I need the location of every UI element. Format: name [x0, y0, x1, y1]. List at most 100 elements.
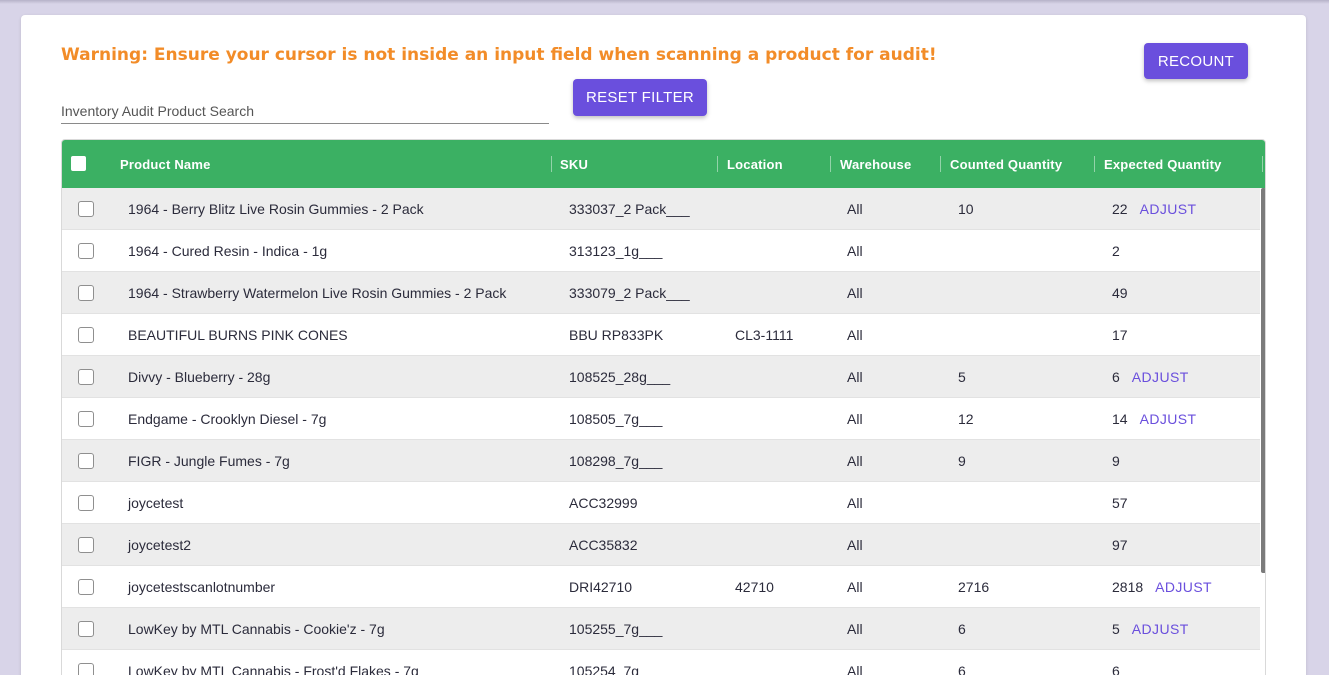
product-name-cell: Endgame - Crooklyn Diesel - 7g: [128, 410, 327, 427]
sku-cell: 313123_1g___: [569, 242, 663, 259]
warehouse-cell: All: [847, 284, 863, 301]
product-name-cell: 1964 - Strawberry Watermelon Live Rosin …: [128, 284, 507, 301]
row-checkbox[interactable]: [78, 495, 94, 511]
location-cell: 42710: [735, 578, 774, 595]
product-name-cell: joycetest: [128, 494, 184, 511]
sku-cell: 108505_7g___: [569, 410, 663, 427]
counted-quantity-cell: 2716: [958, 578, 990, 595]
row-checkbox[interactable]: [78, 369, 94, 385]
sku-cell: 333037_2 Pack___: [569, 200, 690, 217]
row-checkbox[interactable]: [78, 663, 94, 675]
product-name-cell: Divvy - Blueberry - 28g: [128, 368, 271, 385]
table-row[interactable]: 1964 - Strawberry Watermelon Live Rosin …: [62, 272, 1260, 314]
scan-warning-text: Warning: Ensure your cursor is not insid…: [61, 45, 937, 65]
row-checkbox[interactable]: [78, 621, 94, 637]
table-row[interactable]: FIGR - Jungle Fumes - 7g 108298_7g___ All 9…: [62, 440, 1260, 482]
product-search-field[interactable]: [61, 99, 549, 124]
expected-quantity-cell: 9: [1112, 440, 1120, 481]
expected-quantity-cell: 57: [1112, 482, 1128, 523]
column-header-warehouse[interactable]: Warehouse: [840, 140, 911, 188]
column-header-expected-quantity[interactable]: Expected Quantity: [1104, 140, 1222, 188]
column-divider[interactable]: [717, 156, 718, 172]
inventory-audit-table: Product Name SKU Location Warehouse Coun…: [61, 139, 1266, 675]
adjust-button[interactable]: ADJUST: [1132, 369, 1189, 385]
recount-button[interactable]: RECOUNT: [1144, 43, 1248, 79]
product-search-input[interactable]: [61, 99, 549, 123]
product-name-cell: LowKey by MTL Cannabis - Cookie'z - 7g: [128, 620, 385, 637]
counted-quantity-cell: 6: [958, 662, 966, 675]
table-row[interactable]: LowKey by MTL Cannabis - Cookie'z - 7g 10…: [62, 608, 1260, 650]
expected-quantity-cell: 22 ADJUST: [1112, 188, 1196, 229]
adjust-button[interactable]: ADJUST: [1140, 201, 1197, 217]
row-checkbox[interactable]: [78, 285, 94, 301]
table-row[interactable]: joycetestscanlotnumber DRI42710 42710 All 27…: [62, 566, 1260, 608]
adjust-button[interactable]: ADJUST: [1140, 411, 1197, 427]
expected-quantity-cell: 49: [1112, 272, 1128, 313]
column-header-product-name[interactable]: Product Name: [120, 140, 211, 188]
expected-quantity-cell: 2: [1112, 230, 1120, 271]
table-row[interactable]: BEAUTIFUL BURNS PINK CONES BBU RP833PK CL3…: [62, 314, 1260, 356]
table-row[interactable]: joycetest2 ACC35832 All 97: [62, 524, 1260, 566]
expected-quantity-value: 6: [1112, 662, 1120, 675]
column-header-location[interactable]: Location: [727, 140, 783, 188]
product-name-cell: joycetestscanlotnumber: [128, 578, 276, 595]
column-divider[interactable]: [830, 156, 831, 172]
table-row[interactable]: joycetest ACC32999 All 57: [62, 482, 1260, 524]
column-divider[interactable]: [1094, 156, 1095, 172]
column-divider[interactable]: [551, 156, 552, 172]
warehouse-cell: All: [847, 662, 863, 675]
product-name-cell: 1964 - Cured Resin - Indica - 1g: [128, 242, 328, 259]
expected-quantity-value: 5: [1112, 620, 1120, 637]
counted-quantity-cell: 5: [958, 368, 966, 385]
warehouse-cell: All: [847, 578, 863, 595]
sku-cell: 108298_7g___: [569, 452, 663, 469]
audit-card: Warning: Ensure your cursor is not insid…: [21, 15, 1306, 675]
table-scrollbar[interactable]: [1261, 188, 1265, 573]
row-checkbox[interactable]: [78, 537, 94, 553]
table-row[interactable]: Divvy - Blueberry - 28g 108525_28g___ All 5…: [62, 356, 1260, 398]
sku-cell: 333079_2 Pack___: [569, 284, 690, 301]
expected-quantity-value: 49: [1112, 284, 1128, 301]
column-header-counted-quantity[interactable]: Counted Quantity: [950, 140, 1062, 188]
table-row[interactable]: Endgame - Crooklyn Diesel - 7g 108505_7g_…: [62, 398, 1260, 440]
warehouse-cell: All: [847, 242, 863, 259]
expected-quantity-value: 57: [1112, 494, 1128, 511]
expected-quantity-value: 97: [1112, 536, 1128, 553]
expected-quantity-cell: 5 ADJUST: [1112, 608, 1189, 649]
row-checkbox[interactable]: [78, 327, 94, 343]
select-all-checkbox[interactable]: [71, 156, 86, 171]
product-name-cell: joycetest2: [128, 536, 192, 553]
window-top-shade: [0, 0, 1329, 4]
warehouse-cell: All: [847, 620, 863, 637]
warehouse-cell: All: [847, 200, 863, 217]
warehouse-cell: All: [847, 326, 863, 343]
row-checkbox[interactable]: [78, 579, 94, 595]
column-divider[interactable]: [1262, 156, 1263, 172]
expected-quantity-value: 2818: [1112, 578, 1144, 595]
row-checkbox[interactable]: [78, 453, 94, 469]
reset-filter-button[interactable]: RESET FILTER: [573, 79, 707, 116]
table-row[interactable]: 1964 - Cured Resin - Indica - 1g 313123_1…: [62, 230, 1260, 272]
adjust-button[interactable]: ADJUST: [1155, 579, 1212, 595]
counted-quantity-cell: 6: [958, 620, 966, 637]
adjust-button[interactable]: ADJUST: [1132, 621, 1189, 637]
expected-quantity-cell: 6: [1112, 650, 1120, 675]
row-checkbox[interactable]: [78, 243, 94, 259]
column-header-sku[interactable]: SKU: [560, 140, 588, 188]
location-cell: CL3-1111: [735, 326, 794, 343]
row-checkbox[interactable]: [78, 411, 94, 427]
expected-quantity-value: 6: [1112, 368, 1120, 385]
sku-cell: BBU RP833PK: [569, 326, 664, 343]
table-row[interactable]: LowKey by MTL Cannabis - Frost'd Flakes …: [62, 650, 1260, 675]
row-checkbox[interactable]: [78, 201, 94, 217]
warehouse-cell: All: [847, 452, 863, 469]
table-row[interactable]: 1964 - Berry Blitz Live Rosin Gummies - …: [62, 188, 1260, 230]
sku-cell: 108525_28g___: [569, 368, 671, 385]
sku-cell: 105254_7g___: [569, 662, 663, 675]
expected-quantity-value: 14: [1112, 410, 1128, 427]
counted-quantity-cell: 9: [958, 452, 966, 469]
column-divider[interactable]: [940, 156, 941, 172]
expected-quantity-value: 17: [1112, 326, 1128, 343]
product-name-cell: FIGR - Jungle Fumes - 7g: [128, 452, 290, 469]
expected-quantity-cell: 97: [1112, 524, 1128, 565]
